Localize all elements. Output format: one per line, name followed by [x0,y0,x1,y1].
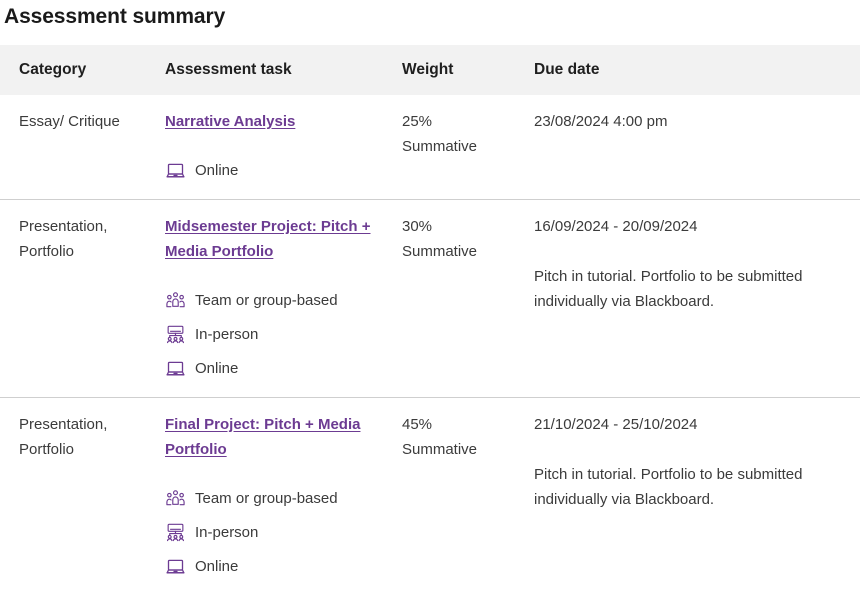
delivery-mode-label: Online [195,358,238,379]
page-title: Assessment summary [0,0,860,32]
delivery-mode-label: Team or group-based [195,488,338,509]
assessment-task-link[interactable]: Final Project: Pitch + Media Portfolio [165,416,360,458]
cell-weight: 30% Summative [400,200,532,398]
table-body: Essay/ Critique Narrative Analysis [0,95,860,595]
table-header-row: Category Assessment task Weight Due date [0,45,860,95]
column-header-weight: Weight [400,45,532,95]
cell-weight: 25% Summative [400,95,532,200]
presentation-audience-icon [165,522,186,543]
delivery-mode-item: Online [165,356,386,381]
table-row: Presentation, Portfolio Final Project: P… [0,398,860,595]
cell-category: Presentation, Portfolio [0,398,163,595]
due-date-value: 23/08/2024 4:00 pm [534,109,838,134]
assessment-table: Category Assessment task Weight Due date… [0,45,860,595]
delivery-mode-list: Team or group-based [165,486,386,579]
weight-percent: 25% [402,109,518,134]
cell-due-date: 16/09/2024 - 20/09/2024 Pitch in tutoria… [532,200,860,398]
delivery-mode-item: Team or group-based [165,288,386,313]
column-header-assessment-task: Assessment task [163,45,400,95]
cell-weight: 45% Summative [400,398,532,595]
laptop-icon [165,556,186,577]
due-date-value: 16/09/2024 - 20/09/2024 [534,214,838,239]
laptop-icon [165,358,186,379]
delivery-mode-label: Online [195,160,238,181]
laptop-icon [165,160,186,181]
due-date-value: 21/10/2024 - 25/10/2024 [534,412,838,437]
weight-type: Summative [402,437,518,462]
delivery-mode-label: Team or group-based [195,290,338,311]
table-row: Presentation, Portfolio Midsemester Proj… [0,200,860,398]
delivery-mode-list: Online [165,158,386,183]
due-date-note: Pitch in tutorial. Portfolio to be submi… [534,264,838,314]
cell-due-date: 21/10/2024 - 25/10/2024 Pitch in tutoria… [532,398,860,595]
assessment-summary-page: Assessment summary Category Assessment t… [0,0,860,577]
delivery-mode-label: Online [195,556,238,577]
cell-due-date: 23/08/2024 4:00 pm [532,95,860,200]
weight-type: Summative [402,134,518,159]
assessment-task-link[interactable]: Midsemester Project: Pitch + Media Portf… [165,218,371,260]
column-header-category: Category [0,45,163,95]
table-row: Essay/ Critique Narrative Analysis [0,95,860,200]
delivery-mode-label: In-person [195,522,258,543]
delivery-mode-item: Online [165,158,386,183]
cell-assessment-task: Midsemester Project: Pitch + Media Portf… [163,200,400,398]
presentation-audience-icon [165,324,186,345]
cell-assessment-task: Final Project: Pitch + Media Portfolio [163,398,400,595]
weight-type: Summative [402,239,518,264]
delivery-mode-label: In-person [195,324,258,345]
cell-category: Essay/ Critique [0,95,163,200]
delivery-mode-item: Online [165,554,386,579]
due-date-note: Pitch in tutorial. Portfolio to be submi… [534,462,838,512]
weight-percent: 45% [402,412,518,437]
cell-category: Presentation, Portfolio [0,200,163,398]
group-people-icon [165,290,186,311]
cell-assessment-task: Narrative Analysis Onl [163,95,400,200]
group-people-icon [165,488,186,509]
delivery-mode-item: In-person [165,520,386,545]
weight-percent: 30% [402,214,518,239]
column-header-due-date: Due date [532,45,860,95]
delivery-mode-list: Team or group-based [165,288,386,381]
delivery-mode-item: In-person [165,322,386,347]
assessment-task-link[interactable]: Narrative Analysis [165,113,295,130]
table-header: Category Assessment task Weight Due date [0,45,860,95]
delivery-mode-item: Team or group-based [165,486,386,511]
